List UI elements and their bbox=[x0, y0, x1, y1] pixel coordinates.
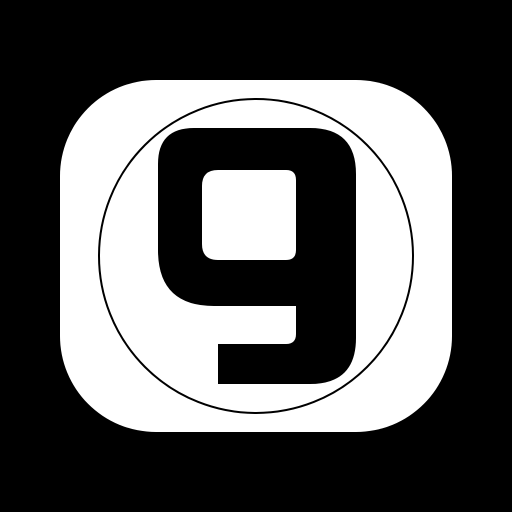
app-icon[interactable] bbox=[60, 80, 452, 432]
g-letter-icon bbox=[158, 128, 356, 384]
logo-mark bbox=[98, 98, 414, 414]
screen-background bbox=[0, 0, 512, 512]
